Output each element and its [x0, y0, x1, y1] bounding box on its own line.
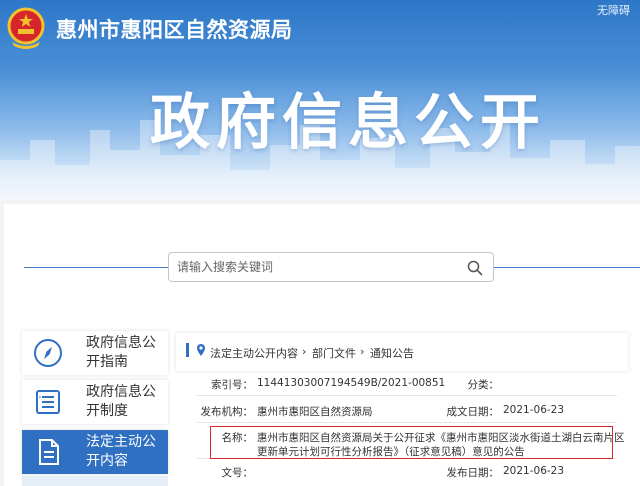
sidebar-item-label: 政府信息公开指南: [86, 335, 156, 370]
breadcrumb-link-dept-files[interactable]: 部门文件: [312, 345, 356, 361]
created-date-value: 2021-06-23: [503, 404, 565, 416]
publisher-label: 发布机构：: [200, 406, 254, 418]
table-row: 索引号： 11441303007194549B/2021-00851 分类：: [197, 371, 617, 396]
published-date-value: 2021-06-23: [503, 465, 565, 477]
table-row: 文号： 发布日期： 2021-06-23: [197, 459, 617, 486]
breadcrumb-link-content[interactable]: 法定主动公开内容: [210, 345, 298, 361]
hero-title: 政府信息公开: [150, 88, 546, 158]
sidebar-item-guide[interactable]: 政府信息公开指南: [22, 331, 168, 375]
site-title: 惠州市惠阳区自然资源局: [56, 18, 293, 42]
sidebar-item-label: 政府信息公开制度: [86, 384, 156, 419]
sidebar-item-system[interactable]: 政府信息公开制度: [22, 380, 168, 424]
accessibility-link[interactable]: 无障碍: [597, 2, 630, 18]
search-input[interactable]: [177, 257, 457, 277]
search-icon[interactable]: [467, 260, 483, 276]
document-list-icon: [36, 390, 60, 414]
sidebar-item-active-content[interactable]: 法定主动公开内容: [22, 430, 168, 474]
published-date-label: 发布日期：: [446, 467, 500, 479]
breadcrumb-separator: ›: [360, 345, 365, 358]
breadcrumb-link-notices[interactable]: 通知公告: [370, 345, 414, 361]
national-emblem-logo: [7, 7, 45, 49]
title-highlight-box: [210, 426, 613, 459]
index-label: 索引号：: [211, 379, 253, 391]
search-box: [168, 252, 494, 282]
doc-number-label: 文号：: [221, 467, 254, 479]
header-banner: 惠州市惠阳区自然资源局 无障碍 政府信息公开: [0, 0, 640, 200]
sidebar-subnav: [22, 476, 168, 486]
table-row: 发布机构： 惠州市惠阳区自然资源局 成文日期： 2021-06-23: [197, 396, 617, 423]
compass-icon: [34, 339, 62, 367]
breadcrumb-accent-bar: [186, 343, 189, 357]
location-icon: [197, 344, 205, 356]
sidebar-item-label: 法定主动公开内容: [86, 434, 156, 469]
created-date-label: 成文日期：: [446, 406, 500, 418]
publisher-value: 惠州市惠阳区自然资源局: [257, 406, 373, 418]
category-label: 分类：: [467, 379, 500, 391]
breadcrumb-separator: ›: [302, 345, 307, 358]
file-icon: [39, 439, 59, 465]
breadcrumb: 法定主动公开内容 › 部门文件 › 通知公告: [176, 333, 628, 371]
